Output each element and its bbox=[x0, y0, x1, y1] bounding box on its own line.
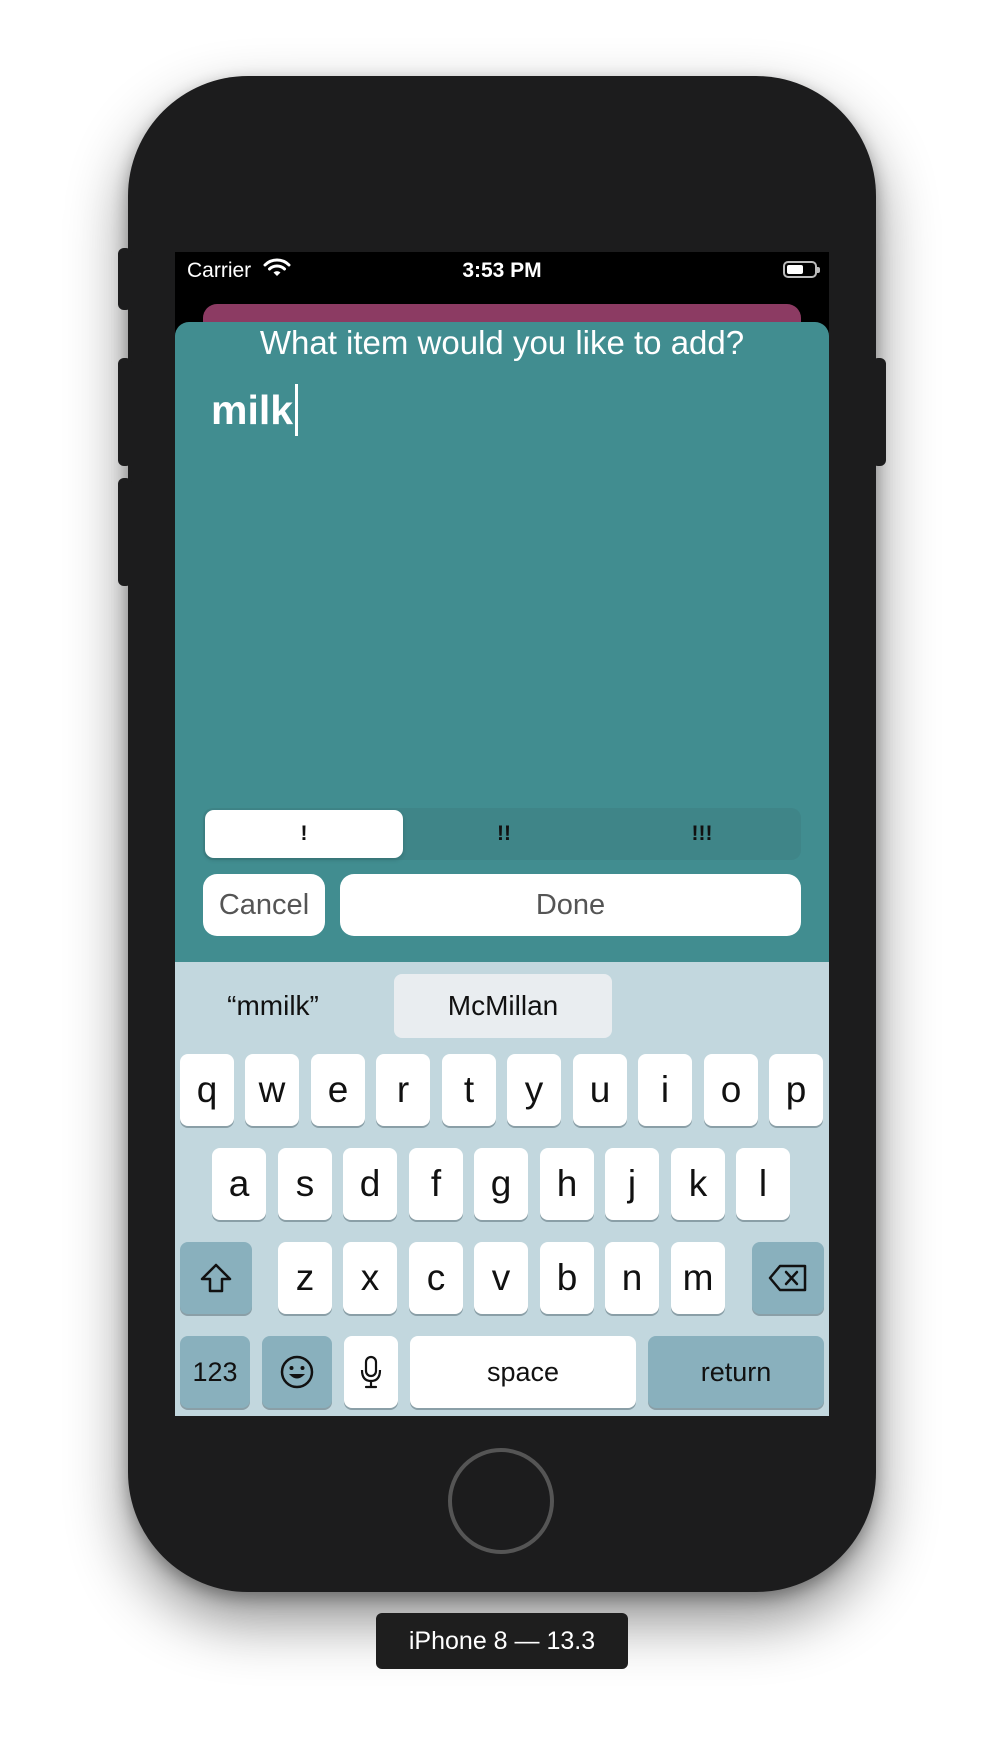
delete-icon bbox=[768, 1264, 807, 1292]
battery-icon bbox=[783, 261, 820, 278]
shift-key[interactable] bbox=[180, 1242, 252, 1314]
suggestion-mcmillan[interactable]: McMillan bbox=[394, 974, 612, 1038]
cancel-button[interactable]: Cancel bbox=[203, 874, 325, 936]
volume-up-button bbox=[118, 358, 132, 466]
key-d[interactable]: d bbox=[343, 1148, 397, 1220]
shift-icon bbox=[200, 1263, 232, 1293]
key-f[interactable]: f bbox=[409, 1148, 463, 1220]
item-name-text: milk bbox=[211, 386, 294, 433]
status-time: 3:53 PM bbox=[462, 259, 542, 282]
key-m[interactable]: m bbox=[671, 1242, 725, 1314]
key-k[interactable]: k bbox=[671, 1148, 725, 1220]
key-p[interactable]: p bbox=[769, 1054, 823, 1126]
priority-option-low[interactable]: ! bbox=[205, 810, 403, 858]
key-h[interactable]: h bbox=[540, 1148, 594, 1220]
key-o[interactable]: o bbox=[704, 1054, 758, 1126]
emoji-icon bbox=[280, 1355, 314, 1389]
key-w[interactable]: w bbox=[245, 1054, 299, 1126]
key-e[interactable]: e bbox=[311, 1054, 365, 1126]
space-key[interactable]: space bbox=[410, 1336, 636, 1408]
microphone-icon bbox=[360, 1355, 382, 1389]
add-item-prompt: What item would you like to add? bbox=[259, 324, 745, 361]
key-i[interactable]: i bbox=[638, 1054, 692, 1126]
suggestion-bar: “mmilk” McMillan bbox=[175, 962, 829, 1042]
item-name-input[interactable]: milk bbox=[211, 384, 299, 436]
key-n[interactable]: n bbox=[605, 1242, 659, 1314]
volume-down-button bbox=[118, 478, 132, 586]
key-s[interactable]: s bbox=[278, 1148, 332, 1220]
done-button[interactable]: Done bbox=[340, 874, 801, 936]
text-cursor bbox=[295, 384, 299, 436]
key-c[interactable]: c bbox=[409, 1242, 463, 1314]
key-z[interactable]: z bbox=[278, 1242, 332, 1314]
keyboard: “mmilk” McMillan q w e r t y u i o p a s… bbox=[175, 962, 829, 1416]
mute-switch bbox=[118, 248, 132, 310]
key-r[interactable]: r bbox=[376, 1054, 430, 1126]
key-q[interactable]: q bbox=[180, 1054, 234, 1126]
simulator-device-label: iPhone 8 — 13.3 bbox=[376, 1613, 628, 1669]
key-a[interactable]: a bbox=[212, 1148, 266, 1220]
key-l[interactable]: l bbox=[736, 1148, 790, 1220]
suggestion-literal[interactable]: “mmilk” bbox=[195, 974, 351, 1038]
priority-option-medium[interactable]: !! bbox=[405, 808, 603, 860]
power-button bbox=[872, 358, 886, 466]
status-bar: Carrier 3:53 PM bbox=[175, 252, 829, 288]
key-j[interactable]: j bbox=[605, 1148, 659, 1220]
screen: Carrier 3:53 PM What item would you like… bbox=[175, 252, 829, 1416]
home-button[interactable] bbox=[448, 1448, 554, 1554]
numbers-key[interactable]: 123 bbox=[180, 1336, 250, 1408]
delete-key[interactable] bbox=[752, 1242, 824, 1314]
return-key[interactable]: return bbox=[648, 1336, 824, 1408]
dictation-key[interactable] bbox=[344, 1336, 398, 1408]
key-t[interactable]: t bbox=[442, 1054, 496, 1126]
key-b[interactable]: b bbox=[540, 1242, 594, 1314]
priority-option-high[interactable]: !!! bbox=[603, 808, 801, 860]
key-u[interactable]: u bbox=[573, 1054, 627, 1126]
key-y[interactable]: y bbox=[507, 1054, 561, 1126]
key-x[interactable]: x bbox=[343, 1242, 397, 1314]
emoji-key[interactable] bbox=[262, 1336, 332, 1408]
key-v[interactable]: v bbox=[474, 1242, 528, 1314]
priority-selector[interactable]: ! !! !!! bbox=[203, 808, 801, 860]
key-g[interactable]: g bbox=[474, 1148, 528, 1220]
